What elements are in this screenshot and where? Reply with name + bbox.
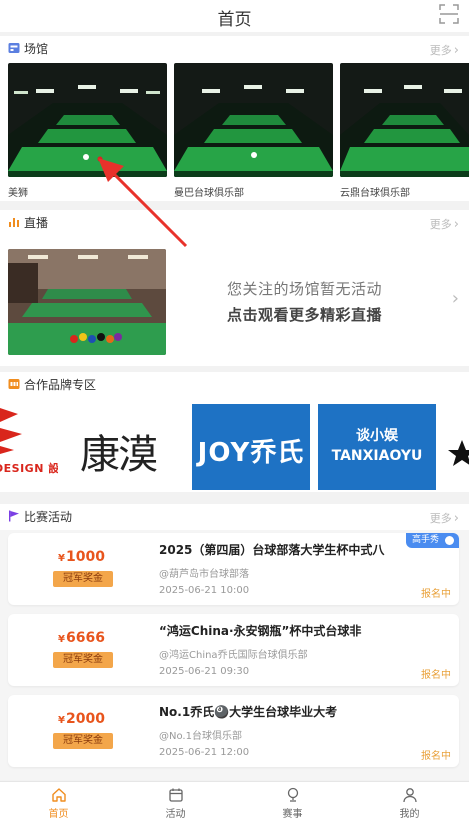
prize-amount: ¥1000 [58,549,105,565]
event-title: 2025（第四届）台球部落大学生杯中式八 [159,543,385,557]
event-organizer: @No.1台球俱乐部 [159,731,242,742]
events-header: 比赛活动 更多 › [0,504,469,530]
brand-logo-partial[interactable] [444,404,469,490]
brand-logo-kangmo[interactable]: 康漠 [64,404,184,490]
nav-label: 赛事 [282,809,303,819]
flag-icon [9,510,19,522]
nav-label: 活动 [165,809,186,819]
bar-chart-icon [9,218,19,227]
live-empty-message: 您关注的场馆暂无活动 [227,280,383,298]
venue-card[interactable]: 美狮 [8,63,167,199]
events-title: 比赛活动 [24,510,73,524]
events-more-link[interactable]: 更多 › [430,510,459,526]
event-date: 2025-06-21 12:00 [159,747,250,758]
tag-label: 高手秀 [411,535,439,545]
brand-logo-joy[interactable]: JOY乔氏 [192,404,310,490]
events-section: 比赛活动 更多 › ¥1000 冠军奖金 2025（第四届）台球部落大学生杯中式八… [0,504,469,780]
chevron-right-icon: › [453,217,459,232]
more-label: 更多 [429,218,452,231]
prize-value: 6666 [65,630,105,646]
trophy-icon [287,787,298,802]
brand-name: JOY乔氏 [197,438,305,468]
brands-title: 合作品牌专区 [24,378,97,392]
venues-section: 场馆 更多 › 美狮 曼巴台球俱乐部 云鼎台球俱乐部 [0,36,469,201]
venue-name: 云鼎台球俱乐部 [340,188,410,199]
live-section: 直播 更多 › 您关注的场馆暂无活动 点击观看更多精彩直播 › [0,210,469,366]
venues-header: 场馆 更多 › [0,36,469,62]
design-logo-mark [0,408,22,454]
prize-amount: ¥6666 [58,630,105,646]
prize-value: 2000 [65,711,105,727]
top-bar: 首页 [0,0,469,32]
nav-activities[interactable]: 活动 [117,782,234,819]
venues-more-link[interactable]: 更多 › [430,42,459,58]
prize-value: 1000 [65,549,105,565]
event-status: 报名中 [421,670,451,681]
watch-more-live-link[interactable]: 点击观看更多精彩直播 [227,304,382,325]
event-date: 2025-06-21 10:00 [159,585,250,596]
more-label: 更多 [429,512,452,525]
home-icon [51,788,66,802]
venue-name: 曼巴台球俱乐部 [174,188,244,199]
venue-card[interactable]: 云鼎台球俱乐部 [340,63,469,199]
event-title: “鸿运China·永安钢瓶”杯中式台球非 [159,624,362,638]
calendar-icon [168,788,183,802]
home-page: 首页 场馆 更多 › 美狮 曼巴台球俱乐部 云鼎台球俱乐部 直播 更多 › 您关… [0,0,469,819]
nav-label: 首页 [48,809,69,819]
currency-symbol: ¥ [58,553,65,564]
currency-symbol: ¥ [58,634,65,645]
more-label: 更多 [429,44,452,57]
event-card[interactable]: ¥2000 冠军奖金 No.1乔氏🎱大学生台球毕业大考 @No.1台球俱乐部 2… [8,695,459,767]
venue-photo [174,63,333,177]
venue-icon [8,43,20,53]
scan-icon[interactable] [439,4,459,24]
bottom-nav: 首页 活动 赛事 我的 [0,781,469,819]
chevron-right-icon: › [453,43,459,58]
brand-name: 康漠 [80,432,158,478]
star-icon [448,440,469,466]
venue-name: 美狮 [8,188,28,199]
event-status: 报名中 [421,589,451,600]
venue-photo [8,63,167,177]
nav-profile[interactable]: 我的 [351,782,468,819]
brand-logo-tanxiaoyu[interactable]: 谈小娱 TANXIAOYU [318,404,436,490]
currency-symbol: ¥ [58,715,65,726]
venue-photo [340,63,469,177]
store-icon [8,379,20,389]
prize-badge: 冠军奖金 [53,571,113,587]
live-more-link[interactable]: 更多 › [430,216,459,232]
chevron-right-icon: › [453,511,459,526]
event-title: No.1乔氏🎱大学生台球毕业大考 [159,705,338,719]
brand-name: 谈小娱 TANXIAOYU [331,428,423,464]
venue-card[interactable]: 曼巴台球俱乐部 [174,63,333,199]
brand-carousel[interactable]: DESIGN 設計 康漠 JOY乔氏 谈小娱 TANXIAOYU [0,404,469,490]
event-date: 2025-06-21 09:30 [159,666,250,677]
brands-header: 合作品牌专区 [0,372,469,398]
nav-home[interactable]: 首页 [0,782,117,819]
prize-amount: ¥2000 [58,711,105,727]
live-title: 直播 [24,216,49,230]
chevron-right-icon[interactable]: › [452,288,459,309]
event-card[interactable]: ¥1000 冠军奖金 2025（第四届）台球部落大学生杯中式八 @葫芦岛市台球部… [8,533,459,605]
event-status: 报名中 [421,751,451,762]
brands-section: 合作品牌专区 DESIGN 設計 康漠 JOY乔氏 谈小娱 [0,372,469,492]
prize-badge: 冠军奖金 [53,652,113,668]
live-thumbnail[interactable] [8,249,166,355]
venues-title: 场馆 [24,42,49,56]
event-organizer: @葫芦岛市台球部落 [159,569,249,580]
brand-logo-design[interactable]: DESIGN 設計 [0,404,58,490]
diamond-icon [445,536,454,545]
user-icon [402,788,417,803]
event-tag: 高手秀 [405,533,459,548]
brand-name: DESIGN 設計 [0,462,58,475]
event-card[interactable]: ¥6666 冠军奖金 “鸿运China·永安钢瓶”杯中式台球非 @鸿运China… [8,614,459,686]
nav-label: 我的 [399,809,420,819]
event-organizer: @鸿运China乔氏国际台球俱乐部 [159,650,308,661]
page-title: 首页 [217,10,252,30]
live-header: 直播 更多 › [0,210,469,236]
prize-badge: 冠军奖金 [53,733,113,749]
nav-matches[interactable]: 赛事 [234,782,351,819]
